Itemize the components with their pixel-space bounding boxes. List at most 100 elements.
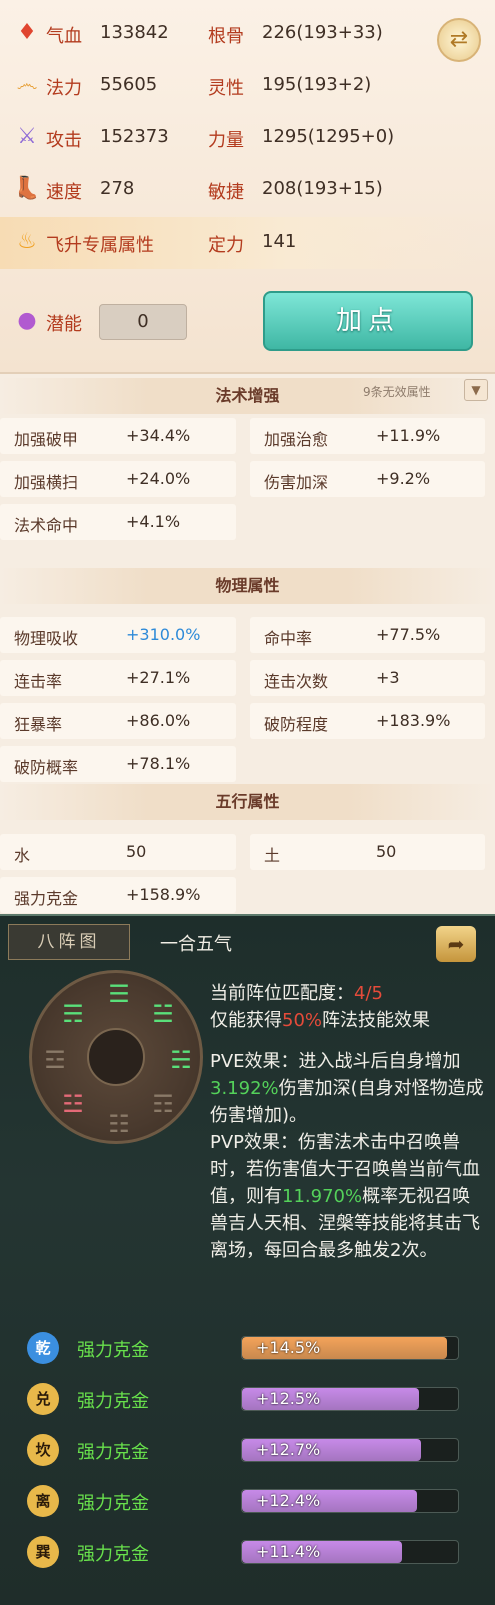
attr-value: +183.9% xyxy=(376,711,451,730)
attr-name: 破防概率 xyxy=(14,758,79,777)
attr-name: 加强破甲 xyxy=(14,430,79,449)
dingli-value: 141 xyxy=(262,231,297,252)
dingli-label: 定力 xyxy=(208,235,244,256)
spd-value: 278 xyxy=(100,178,135,199)
attr-cell: 连击率 +27.1% xyxy=(0,660,236,696)
attr-name: 加强治愈 xyxy=(264,430,329,449)
attr-name: 加强横扫 xyxy=(14,473,79,492)
gain-prefix: 仅能获得 xyxy=(210,1010,282,1031)
attr-value: +78.1% xyxy=(126,754,191,773)
attr-cell: 破防程度 +183.9% xyxy=(250,703,485,739)
base-stats-panel: ♦ 气血 133842 根骨 226(193+33) ⇄ ෴ 法力 55605 … xyxy=(0,0,495,374)
mp-label: 法力 xyxy=(46,78,82,99)
lingxing-label: 灵性 xyxy=(208,78,244,99)
share-icon[interactable]: ➦ xyxy=(436,926,476,962)
gain-suffix: 阵法技能效果 xyxy=(322,1010,431,1031)
blood-drop-icon: ♦ xyxy=(17,20,37,45)
boot-icon: 👢 xyxy=(13,176,41,201)
physical-section-title: 物理属性 xyxy=(0,568,495,604)
attr-cell: 水 50 xyxy=(0,834,236,870)
bonus-bar: +14.5% xyxy=(241,1336,459,1360)
attr-name: 法术命中 xyxy=(14,516,79,535)
match-label: 当前阵位匹配度： xyxy=(210,983,354,1004)
pvp-pct: 11.970% xyxy=(282,1186,363,1207)
attr-name: 水 xyxy=(14,846,31,865)
attr-name: 破防程度 xyxy=(264,715,329,734)
hp-label: 气血 xyxy=(46,26,82,47)
attr-cell: 连击次数 +3 xyxy=(250,660,485,696)
bonus-name: 强力克金 xyxy=(77,1442,149,1463)
attr-value: +24.0% xyxy=(126,469,191,488)
attr-cell: 加强治愈 +11.9% xyxy=(250,418,485,454)
attr-value: +3 xyxy=(376,668,400,687)
attr-cell: 破防概率 +78.1% xyxy=(0,746,236,782)
bagua-wheel: ☰ ☱ ☵ ☶ ☷ ☳ ☲ ☴ xyxy=(29,970,203,1144)
bonus-bar: +12.7% xyxy=(241,1438,459,1462)
wheel-hub xyxy=(87,1028,145,1086)
ascend-label: 飞升专属属性 xyxy=(46,235,154,256)
attr-name: 连击次数 xyxy=(264,672,329,691)
liliang-label: 力量 xyxy=(208,130,244,151)
attr-cell: 命中率 +77.5% xyxy=(250,617,485,653)
attr-value: +86.0% xyxy=(126,711,191,730)
bonus-row: 乾 强力克金 +14.5% xyxy=(0,1328,495,1370)
attr-value: +27.1% xyxy=(126,668,191,687)
swap-icon[interactable]: ⇄ xyxy=(437,18,481,62)
bonus-name: 强力克金 xyxy=(77,1340,149,1361)
attr-value: +77.5% xyxy=(376,625,441,644)
flame-icon: ♨ xyxy=(17,229,37,254)
pve-text: PVE效果：进入战斗后自身增加 xyxy=(210,1051,461,1072)
trigram-icon: ☶ xyxy=(152,1090,174,1118)
bonus-row: 离 强力克金 +12.4% xyxy=(0,1481,495,1523)
invalid-attributes-note: 9条无效属性 xyxy=(363,385,431,399)
atk-label: 攻击 xyxy=(46,130,82,151)
trigram-icon: ☷ xyxy=(108,1110,130,1138)
trigram-icon: ☵ xyxy=(170,1046,192,1074)
stat-row-hp: ♦ 气血 133842 根骨 226(193+33) xyxy=(0,8,480,60)
bonus-value: +14.5% xyxy=(256,1338,321,1357)
bonus-value: +11.4% xyxy=(256,1542,321,1561)
potential-flame-icon: ● xyxy=(17,308,37,333)
trigram-icon: ☰ xyxy=(108,980,130,1008)
bonus-name: 强力克金 xyxy=(77,1544,149,1565)
pve-pct: 3.192% xyxy=(210,1078,279,1099)
attr-cell: 法术命中 +4.1% xyxy=(0,504,236,540)
wuxing-section-title: 五行属性 xyxy=(0,784,495,820)
attr-cell: 强力克金 +158.9% xyxy=(0,877,236,913)
bonus-name: 强力克金 xyxy=(77,1493,149,1514)
attr-name: 土 xyxy=(264,846,281,865)
bonus-value: +12.7% xyxy=(256,1440,321,1459)
gain-pct: 50% xyxy=(282,1010,323,1031)
formation-tab[interactable]: 八阵图 xyxy=(8,924,130,960)
attr-cell: 狂暴率 +86.0% xyxy=(0,703,236,739)
chevron-down-icon[interactable]: ▼ xyxy=(464,379,488,401)
trigram-badge: 兑 xyxy=(27,1383,59,1415)
potential-value: 0 xyxy=(99,304,187,340)
minjie-value: 208(193+15) xyxy=(262,178,383,199)
stat-row-mp: ෴ 法力 55605 灵性 195(193+2) xyxy=(0,60,480,112)
gengu-value: 226(193+33) xyxy=(262,22,383,43)
attr-value: +310.0% xyxy=(126,625,201,644)
formation-description: 当前阵位匹配度：4/5 仅能获得50%阵法技能效果 PVE效果：进入战斗后自身增… xyxy=(210,980,488,1264)
attr-cell: 土 50 xyxy=(250,834,485,870)
bonus-row: 巽 强力克金 +11.4% xyxy=(0,1532,495,1574)
formation-name: 一合五气 xyxy=(160,934,232,955)
trigram-icon: ☱ xyxy=(152,1000,174,1028)
attr-name: 强力克金 xyxy=(14,889,79,908)
stat-row-spd: 👢 速度 278 敏捷 208(193+15) xyxy=(0,164,480,216)
attr-value: 50 xyxy=(376,842,397,861)
hp-value: 133842 xyxy=(100,22,169,43)
attr-name: 伤害加深 xyxy=(264,473,329,492)
attr-cell: 伤害加深 +9.2% xyxy=(250,461,485,497)
bonus-bar: +11.4% xyxy=(241,1540,459,1564)
match-value: 4/5 xyxy=(354,983,383,1004)
liliang-value: 1295(1295+0) xyxy=(262,126,395,147)
mana-swirl-icon: ෴ xyxy=(16,72,38,97)
atk-value: 152373 xyxy=(100,126,169,147)
attr-name: 物理吸收 xyxy=(14,629,79,648)
attr-value: 50 xyxy=(126,842,147,861)
trigram-badge: 巽 xyxy=(27,1536,59,1568)
attr-cell: 物理吸收 +310.0% xyxy=(0,617,236,653)
add-points-button[interactable]: 加点 xyxy=(263,291,473,351)
attr-name: 连击率 xyxy=(14,672,63,691)
